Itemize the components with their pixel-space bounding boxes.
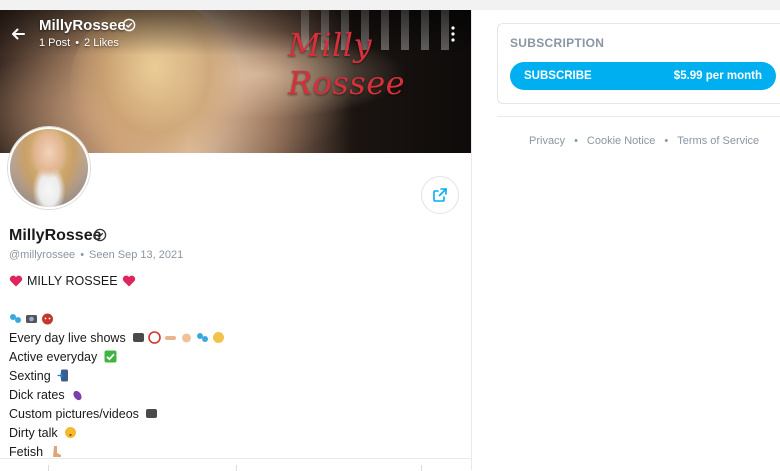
eighteen-plus-icon bbox=[148, 331, 162, 344]
meta-dot: • bbox=[80, 249, 85, 261]
bio-line-text: Dick rates bbox=[9, 388, 65, 402]
bio-line-text: Every day live shows bbox=[9, 331, 126, 345]
pointing-hand-icon bbox=[165, 336, 177, 340]
posts-count: 1 Post bbox=[39, 37, 71, 49]
eggplant-icon bbox=[73, 390, 82, 401]
camera-icon bbox=[26, 315, 37, 323]
bio-line-text: Sexting bbox=[9, 369, 51, 383]
tab-divider bbox=[236, 465, 237, 471]
subscription-card: SUBSCRIPTION SUBSCRIBE $5.99 per month bbox=[497, 23, 780, 104]
profile-handle[interactable]: @millyrossee bbox=[9, 249, 75, 261]
ok-hand-icon bbox=[182, 333, 192, 343]
foot-icon bbox=[52, 446, 61, 457]
heart-icon bbox=[122, 275, 135, 287]
divider bbox=[497, 116, 780, 117]
bio-line: Custom pictures/videos bbox=[9, 405, 225, 424]
face-icon bbox=[65, 427, 77, 438]
footer-sep: • bbox=[574, 135, 578, 147]
stats-dot: • bbox=[75, 37, 80, 49]
bio-title-line: MILLY ROSSEE bbox=[9, 272, 225, 291]
verified-check-icon bbox=[93, 228, 107, 242]
bio-title: MILLY ROSSEE bbox=[27, 274, 118, 288]
likes-count: 2 Likes bbox=[84, 37, 119, 49]
bio-line-text: Custom pictures/videos bbox=[9, 407, 139, 421]
droplets-icon bbox=[10, 314, 21, 323]
bio-emoji-line bbox=[9, 310, 225, 329]
devil-icon bbox=[42, 313, 53, 325]
woman-icon bbox=[213, 332, 225, 343]
heart-icon bbox=[9, 275, 23, 287]
tab-divider bbox=[48, 465, 49, 471]
profile-display-name: MillyRossee bbox=[9, 227, 102, 244]
mobile-phone-icon bbox=[57, 369, 69, 382]
bio-line-text: Fetish bbox=[9, 445, 44, 459]
subscribe-button[interactable]: SUBSCRIBE $5.99 per month bbox=[510, 62, 776, 90]
check-mark-icon bbox=[104, 350, 117, 363]
arrow-left-icon[interactable] bbox=[10, 26, 26, 42]
profile-column: Milly Rossee MillyRossee 1 Post • 2 Likes … bbox=[0, 10, 472, 471]
share-button[interactable] bbox=[421, 176, 459, 214]
video-camera-icon bbox=[146, 409, 158, 418]
privacy-link[interactable]: Privacy bbox=[529, 135, 565, 147]
tab-divider bbox=[421, 465, 422, 471]
share-icon bbox=[433, 188, 447, 202]
bottom-tabs bbox=[0, 458, 471, 471]
droplets-icon bbox=[197, 333, 209, 342]
video-camera-icon bbox=[133, 333, 145, 342]
bio-line: Dirty talk bbox=[9, 424, 225, 443]
bio-line-text: Dirty talk bbox=[9, 426, 58, 440]
footer-links: Privacy • Cookie Notice • Terms of Service bbox=[529, 135, 759, 147]
profile-meta: @millyrossee • Seen Sep 13, 2021 bbox=[9, 249, 183, 261]
cookie-notice-link[interactable]: Cookie Notice bbox=[587, 135, 655, 147]
subscribe-price: $5.99 per month bbox=[673, 70, 762, 82]
terms-of-service-link[interactable]: Terms of Service bbox=[677, 135, 759, 147]
bio-line: Active everyday bbox=[9, 348, 225, 367]
avatar[interactable] bbox=[8, 127, 90, 209]
footer-sep: • bbox=[664, 135, 669, 147]
cover-script-text: Milly Rossee bbox=[288, 26, 406, 102]
last-seen: Seen Sep 13, 2021 bbox=[89, 249, 184, 261]
more-vertical-icon[interactable] bbox=[449, 25, 457, 43]
top-bar bbox=[0, 0, 780, 10]
verified-check-icon bbox=[122, 18, 136, 32]
bio-line-text: Active everyday bbox=[9, 350, 98, 364]
subscription-title: SUBSCRIPTION bbox=[510, 36, 605, 50]
cover-image: Milly Rossee MillyRossee 1 Post • 2 Likes bbox=[0, 10, 471, 153]
subscribe-label: SUBSCRIBE bbox=[524, 70, 592, 82]
bio-line: Every day live shows bbox=[9, 329, 225, 348]
header-stats: 1 Post • 2 Likes bbox=[39, 37, 119, 49]
profile-bio: MILLY ROSSEE Every day live shows Active… bbox=[9, 272, 225, 462]
bio-blank-line bbox=[9, 291, 225, 310]
bio-line: Sexting bbox=[9, 367, 225, 386]
header-username: MillyRossee bbox=[39, 17, 126, 34]
bio-line: Dick rates bbox=[9, 386, 225, 405]
